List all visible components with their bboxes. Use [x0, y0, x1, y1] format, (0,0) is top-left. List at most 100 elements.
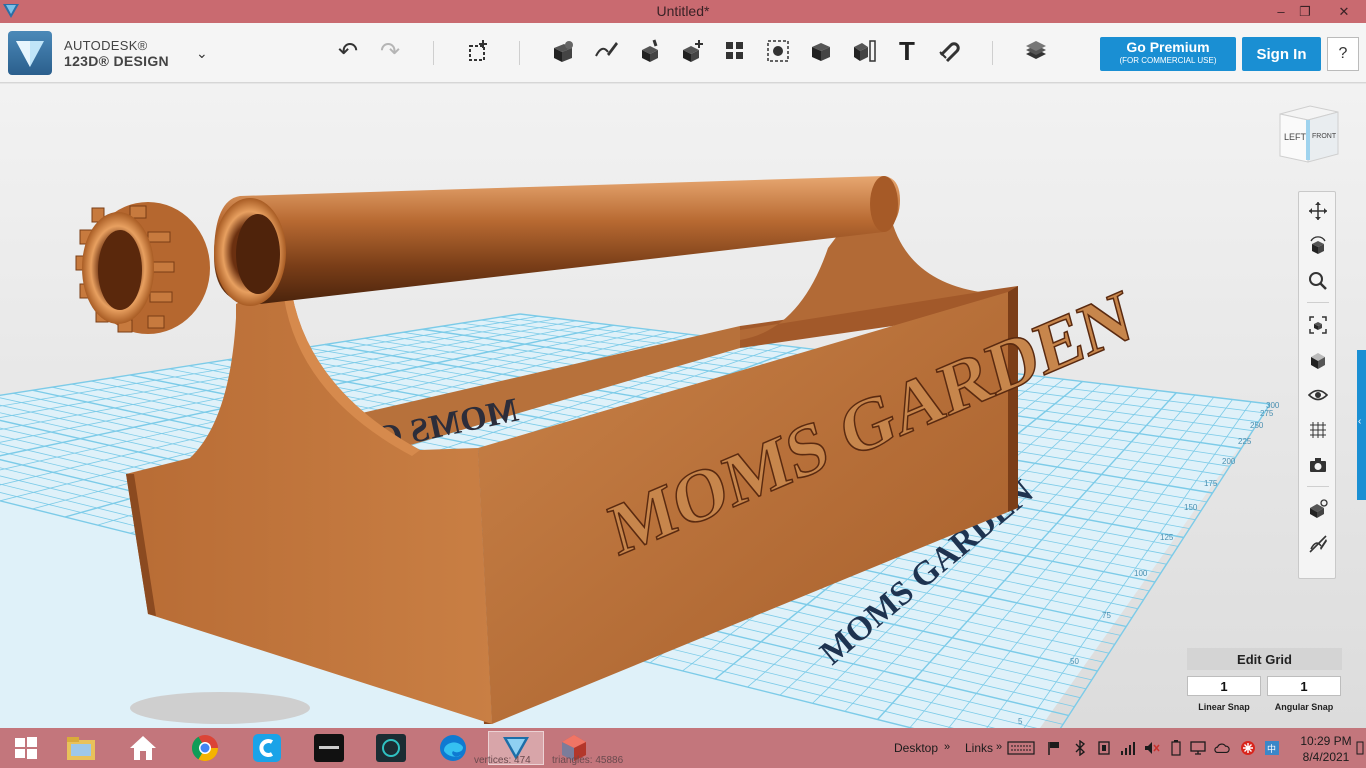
view-cube-highlight	[1306, 120, 1310, 160]
modify-button[interactable]	[676, 35, 708, 67]
scene-canvas[interactable]: 5 50 75 100 125 150 175 200 225 250 275 …	[0, 84, 1366, 728]
tube-inner	[236, 214, 280, 294]
cloud-icon[interactable]	[1214, 740, 1230, 756]
edge-button[interactable]	[431, 731, 475, 765]
windows-logo-icon	[15, 737, 37, 759]
desktop-toolbar-label[interactable]: Desktop	[894, 741, 938, 755]
restore-button[interactable]: ❐	[1290, 0, 1320, 23]
sign-in-button[interactable]: Sign In	[1242, 37, 1321, 71]
start-button[interactable]	[4, 731, 48, 765]
zoom-button[interactable]	[1304, 267, 1332, 295]
modify-icon	[683, 40, 703, 62]
edit-grid-button[interactable]: Edit Grid	[1187, 648, 1342, 670]
view-cube-left-label: LEFT	[1284, 132, 1307, 142]
monitor-icon[interactable]	[1190, 740, 1206, 756]
screenshot-button[interactable]	[1304, 451, 1332, 479]
ccleaner-button[interactable]	[245, 731, 289, 765]
grid-tick-label: 125	[1160, 533, 1174, 542]
grid-toggle-button[interactable]	[1304, 416, 1332, 444]
snap-button[interactable]	[934, 35, 966, 67]
angular-snap-input[interactable]: 1	[1267, 676, 1341, 696]
links-toolbar-label[interactable]: Links	[965, 741, 993, 755]
home-button[interactable]	[121, 731, 165, 765]
model-shadow	[130, 692, 310, 724]
toolbar-divider	[992, 41, 993, 65]
camera-icon	[1310, 458, 1326, 472]
go-premium-sublabel: (FOR COMMERCIAL USE)	[1119, 56, 1217, 65]
notifications-icon[interactable]	[1356, 740, 1364, 756]
threaded-cap[interactable]	[75, 202, 210, 334]
fit-view-button[interactable]	[1304, 311, 1332, 339]
hide-sketch-button[interactable]	[1304, 530, 1332, 558]
3d-viewport[interactable]: 5 50 75 100 125 150 175 200 225 250 275 …	[0, 84, 1366, 728]
help-button[interactable]: ?	[1327, 37, 1359, 71]
battery-icon[interactable]	[1168, 740, 1184, 756]
flag-icon[interactable]	[1046, 740, 1062, 756]
tube-end-far	[870, 176, 898, 232]
pixel-app-button[interactable]	[369, 731, 413, 765]
pan-button[interactable]	[1304, 197, 1332, 225]
redo-button[interactable]: ↷	[374, 35, 406, 67]
clock-date: 8/4/2021	[1302, 750, 1350, 764]
chrome-button[interactable]	[183, 731, 227, 765]
antivirus-icon[interactable]	[1240, 740, 1256, 756]
window-title: Untitled*	[656, 3, 710, 19]
undo-button[interactable]: ↶	[332, 35, 364, 67]
media-app-button[interactable]	[307, 731, 351, 765]
device-icon[interactable]	[1096, 740, 1112, 756]
system-clock[interactable]: 10:29 PM 8/4/2021	[1298, 733, 1354, 765]
home-icon	[130, 736, 156, 760]
view-cube-front-label: FRONT	[1312, 133, 1337, 140]
orbit-button[interactable]	[1304, 232, 1332, 260]
combine-button[interactable]	[805, 35, 837, 67]
side-panel-tab[interactable]: ‹	[1357, 350, 1366, 500]
material-button[interactable]	[1304, 495, 1332, 523]
nav-divider	[1307, 302, 1329, 303]
perspective-button[interactable]	[1304, 346, 1332, 374]
pan-icon	[1309, 202, 1327, 220]
signal-icon[interactable]	[1120, 740, 1136, 756]
layers-icon	[1026, 41, 1046, 59]
paint-cube-icon	[1310, 499, 1328, 518]
sketch-button[interactable]	[590, 35, 622, 67]
close-button[interactable]: ✕	[1326, 0, 1362, 23]
title-bar: Untitled* – ❐ ✕	[0, 0, 1366, 23]
grid-tick-label: 5	[1018, 717, 1023, 726]
view-cube[interactable]: LEFT FRONT	[1276, 104, 1340, 166]
taskbar: vertices: 474 triangles: 45886 Desktop »…	[0, 728, 1366, 768]
grid-tick-label: 150	[1184, 503, 1198, 512]
desktop-overflow-icon[interactable]: »	[944, 741, 950, 753]
app-logo[interactable]	[8, 31, 52, 75]
go-premium-label: Go Premium	[1126, 39, 1210, 55]
app-menu-chevron-icon[interactable]: ⌄	[196, 45, 208, 62]
keyboard-icon[interactable]	[1006, 740, 1036, 756]
magnet-icon	[939, 42, 960, 63]
brand-autodesk: AUTODESK®	[64, 38, 148, 53]
grid-tick-label: 75	[1102, 611, 1111, 620]
linear-snap-input[interactable]: 1	[1187, 676, 1261, 696]
chrome-icon	[191, 735, 219, 762]
language-icon[interactable]: 中	[1264, 740, 1280, 756]
construct-button[interactable]	[633, 35, 665, 67]
primitives-button[interactable]	[547, 35, 579, 67]
group-button[interactable]	[762, 35, 794, 67]
status-vertices: vertices: 474	[474, 755, 531, 766]
transform-button[interactable]	[462, 35, 494, 67]
side-panel-arrow-icon: ‹	[1358, 416, 1362, 427]
links-overflow-icon[interactable]: »	[996, 741, 1002, 753]
cap-tooth	[129, 205, 147, 219]
measure-button[interactable]	[848, 35, 880, 67]
volume-muted-icon[interactable]	[1144, 740, 1160, 756]
box-plus-icon	[469, 40, 487, 61]
linear-snap-label: Linear Snap	[1198, 702, 1250, 712]
file-explorer-button[interactable]	[59, 731, 103, 765]
pattern-button[interactable]	[719, 35, 751, 67]
cap-tooth	[147, 315, 165, 329]
materials-button[interactable]	[1020, 35, 1052, 67]
text-tool-button[interactable]: T	[891, 35, 923, 67]
bluetooth-icon[interactable]	[1072, 740, 1088, 756]
go-premium-button[interactable]: Go Premium (FOR COMMERCIAL USE)	[1100, 37, 1236, 71]
sketch-pencil-icon	[595, 42, 618, 57]
clock-time: 10:29 PM	[1300, 734, 1352, 748]
visibility-button[interactable]	[1304, 381, 1332, 409]
